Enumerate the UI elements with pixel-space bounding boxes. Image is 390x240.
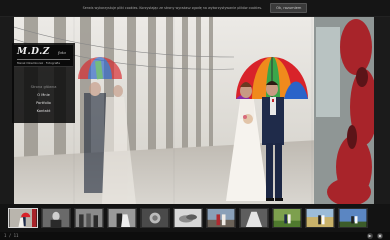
menu-item-about[interactable]: O Mnie xyxy=(12,91,75,99)
logo-tagline: Marek Dziemborek · Fotografia xyxy=(17,61,61,65)
thumbnail-2[interactable] xyxy=(41,208,71,228)
play-icon[interactable]: ▶ xyxy=(367,233,373,239)
menu-item-portfolio[interactable]: Portfolio xyxy=(12,99,75,107)
logo[interactable]: M.D.Z foto Marek Dziemborek · Fotografia xyxy=(14,45,73,67)
thumbnail-4[interactable] xyxy=(107,208,137,228)
thumbnail-9[interactable] xyxy=(272,208,302,228)
thumbnail-11[interactable] xyxy=(338,208,368,228)
menu-item-contact[interactable]: Kontakt xyxy=(12,107,75,115)
side-navigation-panel: M.D.Z foto Marek Dziemborek · Fotografia… xyxy=(12,43,75,123)
logo-divider xyxy=(17,59,70,60)
fullscreen-icon[interactable]: ▣ xyxy=(377,233,383,239)
main-menu: Strona główna O Mnie Portfolio Kontakt xyxy=(12,83,75,115)
menu-item-home[interactable]: Strona główna xyxy=(12,83,75,91)
thumbnail-1[interactable] xyxy=(8,208,38,228)
logo-foto-text: foto xyxy=(58,50,66,55)
cookie-accept-button[interactable]: Ok, rozumiem xyxy=(270,3,308,13)
thumbnail-strip xyxy=(0,204,390,232)
thumbnail-10[interactable] xyxy=(305,208,335,228)
thumbnail-6[interactable] xyxy=(173,208,203,228)
cookie-consent-text: Serwis wykorzystuje pliki cookies. Korzy… xyxy=(82,6,263,10)
thumbnail-7[interactable] xyxy=(206,208,236,228)
thumbnail-5[interactable] xyxy=(140,208,170,228)
logo-wordmark: M.D.Z xyxy=(17,47,50,57)
thumbnail-3[interactable] xyxy=(74,208,104,228)
cookie-consent-bar: Serwis wykorzystuje pliki cookies. Korzy… xyxy=(0,0,390,17)
slide-counter: 1 / 11 xyxy=(4,233,19,238)
thumbnail-8[interactable] xyxy=(239,208,269,228)
gallery-status-bar: 1 / 11 ▶ ▣ xyxy=(0,232,390,240)
